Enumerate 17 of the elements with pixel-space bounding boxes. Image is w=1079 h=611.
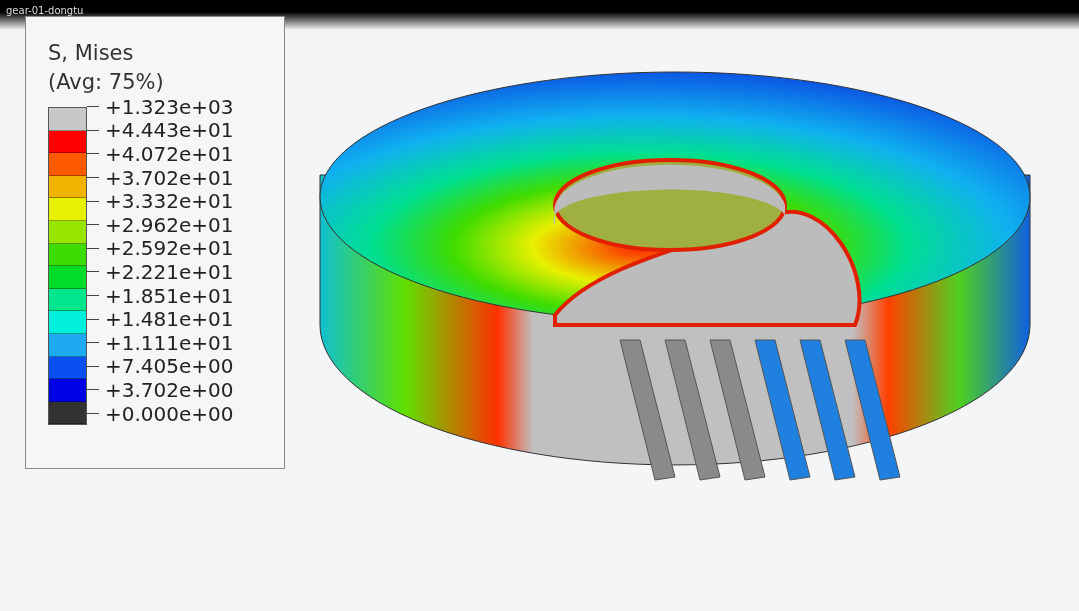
legend-value: +3.332e+01 <box>105 190 234 213</box>
legend-subtitle: (Avg: 75%) <box>48 69 165 96</box>
legend-value: +0.000e+00 <box>105 402 234 425</box>
legend-value: +2.962e+01 <box>105 213 234 236</box>
legend-value: +2.592e+01 <box>105 237 234 260</box>
legend-value: +3.702e+01 <box>105 166 234 189</box>
legend-value: +4.443e+01 <box>105 119 234 142</box>
legend-value: +1.481e+01 <box>105 308 234 331</box>
legend-value: +1.323e+03 <box>105 95 234 118</box>
legend-value: +7.405e+00 <box>105 355 234 378</box>
legend-value: +3.702e+00 <box>105 378 234 401</box>
legend-value: +1.111e+01 <box>105 331 234 354</box>
legend-value: +4.072e+01 <box>105 143 234 165</box>
video-title: gear-01-dongtu <box>6 5 84 16</box>
legend-value: +1.851e+01 <box>105 284 234 307</box>
legend-value: +2.221e+01 <box>105 260 234 283</box>
legend-title: S, Mises <box>48 40 135 67</box>
